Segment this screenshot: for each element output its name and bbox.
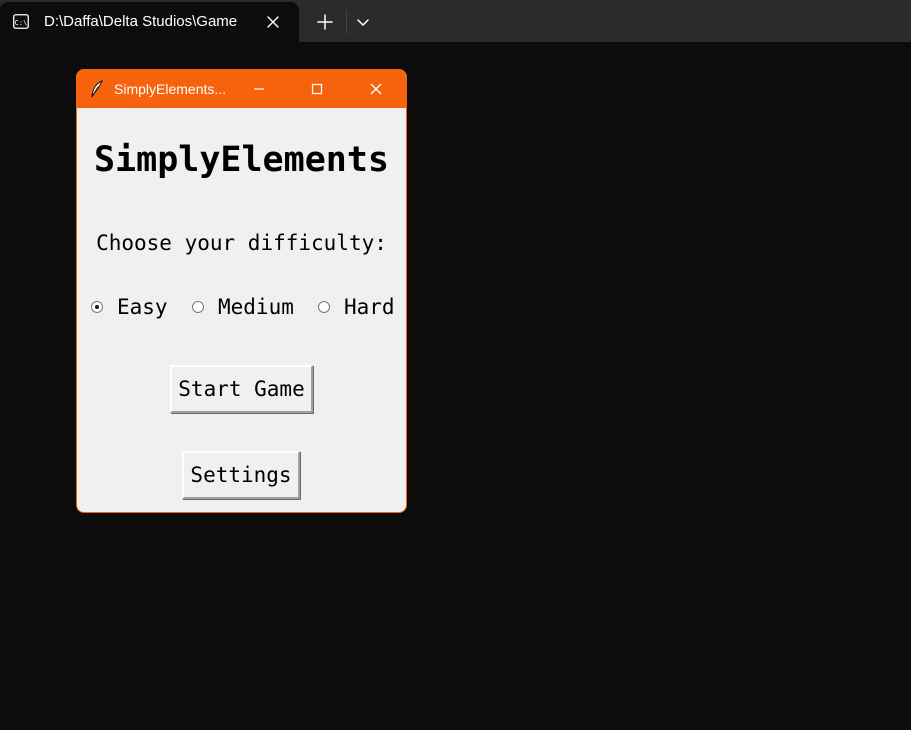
terminal-tab-bar: C:\ D:\Daffa\Delta Studios\Game xyxy=(0,0,911,42)
radio-hard[interactable]: Hard xyxy=(318,294,395,320)
terminal-icon: C:\ xyxy=(13,14,29,29)
tab-close-icon[interactable] xyxy=(264,13,282,31)
close-icon[interactable] xyxy=(366,79,386,99)
svg-text:C:\: C:\ xyxy=(15,19,28,27)
feather-icon xyxy=(91,80,103,98)
radio-button-checked[interactable] xyxy=(91,301,103,313)
radio-button[interactable] xyxy=(318,301,330,313)
radio-button[interactable] xyxy=(192,301,204,313)
minimize-icon[interactable] xyxy=(249,79,269,99)
plus-icon[interactable] xyxy=(314,11,336,33)
difficulty-prompt: Choose your difficulty: xyxy=(96,231,387,255)
window-titlebar[interactable]: SimplyElements... xyxy=(77,70,406,108)
tab-title: D:\Daffa\Delta Studios\Game xyxy=(44,13,238,30)
chevron-down-icon[interactable] xyxy=(354,13,372,31)
window-title: SimplyElements... xyxy=(114,81,227,97)
app-heading: SimplyElements xyxy=(93,140,389,180)
radio-medium[interactable]: Medium xyxy=(192,294,294,320)
start-game-button[interactable]: Start Game xyxy=(170,365,313,413)
radio-label: Hard xyxy=(344,295,395,319)
settings-button[interactable]: Settings xyxy=(182,451,300,499)
radio-label: Medium xyxy=(218,295,294,319)
maximize-icon[interactable] xyxy=(307,79,327,99)
tab-divider xyxy=(346,10,347,34)
terminal-tab[interactable]: C:\ D:\Daffa\Delta Studios\Game xyxy=(0,2,299,42)
app-window: SimplyElements... SimplyElements Choose … xyxy=(76,69,407,513)
radio-label: Easy xyxy=(117,295,168,319)
radio-easy[interactable]: Easy xyxy=(91,294,168,320)
